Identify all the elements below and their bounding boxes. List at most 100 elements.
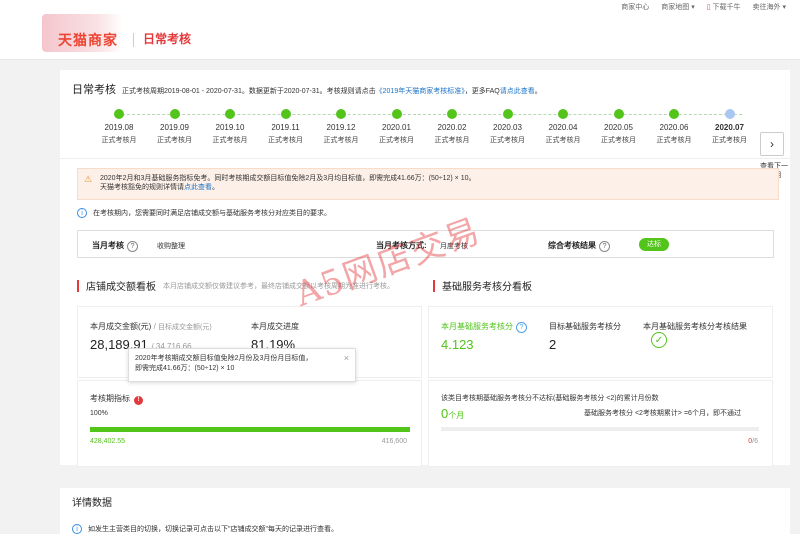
timeline-dot xyxy=(280,109,291,119)
question-icon[interactable]: ? xyxy=(599,241,610,252)
header-divider xyxy=(133,33,134,47)
timeline-month[interactable]: 2020.05 正式考核月 xyxy=(594,109,644,145)
timeline-month-label: 2019.11 xyxy=(271,123,300,132)
timeline-dot xyxy=(447,109,457,119)
timeline-month[interactable]: 2019.08 正式考核月 xyxy=(94,109,144,145)
timeline-month-label: 2020.06 xyxy=(659,123,689,132)
sales-section-title: 店铺成交额看板 xyxy=(86,282,156,293)
sales-section-header: 店铺成交额看板 本月店铺成交额仅做建议参考，最终店铺成交额以考核周期为准进行考核… xyxy=(77,278,394,293)
timeline-month-status: 正式考核月 xyxy=(490,137,525,144)
timeline-month-label: 2020.01 xyxy=(382,123,411,132)
timeline-month[interactable]: 2020.02 正式考核月 xyxy=(427,109,477,145)
timeline-month-status: 正式考核月 xyxy=(323,137,359,144)
period-target-value: 416,600 xyxy=(381,438,407,445)
timeline-month-status: 正式考核月 xyxy=(656,137,692,144)
timeline-dot xyxy=(502,109,513,119)
exemption-tooltip: 2020年考核期成交额目标值免除2月份及3月份月目标值， 即需完成41.66万：… xyxy=(128,348,356,382)
timeline-month-status: 正式考核月 xyxy=(101,137,137,144)
next-period-button[interactable]: › xyxy=(760,132,784,156)
details-info: i 如发生主营类目的切换，切换记录可点击以下"店铺成交额"每天的记录进行查看。 xyxy=(72,524,338,534)
assessment-method-label: 当月考核方式: xyxy=(376,241,427,250)
timeline-dot xyxy=(225,109,235,119)
service-section-header: 基础服务考核分看板 xyxy=(433,278,532,293)
timeline-month-label: 2019.08 xyxy=(104,123,134,132)
details-info-text: 如发生主营类目的切换，切换记录可点击以下"店铺成交额"每天的记录进行查看。 xyxy=(88,526,338,533)
assessment-description: 正式考核周期2019-08-01 - 2020-07-31。数据更新于2020-… xyxy=(122,88,542,95)
top-links: 商家中心 商家地图 ▾ ▯ 下载千牛 卖往海外 ▾ xyxy=(621,2,786,12)
timeline-month[interactable]: 2019.09 正式考核月 xyxy=(150,109,200,145)
assessment-title-row: 日常考核 正式考核周期2019-08-01 - 2020-07-31。数据更新于… xyxy=(72,81,542,97)
service-score-label: 本月基础服务考核分? xyxy=(441,321,527,333)
chevron-right-icon: › xyxy=(770,137,774,151)
timeline-month-status: 正式考核月 xyxy=(601,137,636,144)
service-section-title: 基础服务考核分看板 xyxy=(442,282,532,293)
question-icon[interactable]: ? xyxy=(127,241,138,252)
sales-section-description: 本月店铺成交额仅做建议参考，最终店铺成交额以考核周期为准进行考核。 xyxy=(163,282,394,290)
sales-progress-label: 本月成交进度 xyxy=(251,322,299,331)
close-icon[interactable]: × xyxy=(344,353,349,363)
timeline-month-label: 2019.09 xyxy=(160,123,189,132)
question-icon[interactable]: ? xyxy=(516,322,527,333)
section-accent-bar xyxy=(77,279,79,292)
failing-months-panel: 该类目考核期基础服务考核分不达标(基础服务考核分 <2)的累计月份数 0个月 基… xyxy=(428,380,773,467)
timeline-month-status: 正式考核月 xyxy=(434,137,470,144)
info-icon: i xyxy=(77,208,87,218)
requirement-info-text: 在考核期内，您需要同时满足店铺成交额与基础服务考核分对应类目的要求。 xyxy=(93,210,331,217)
timeline-month-label: 2020.05 xyxy=(604,123,633,132)
timeline-month-label: 2019.12 xyxy=(326,123,356,132)
timeline-month[interactable]: 2019.10 正式考核月 xyxy=(205,109,255,145)
top-link-sell-overseas[interactable]: 卖往海外 ▾ xyxy=(753,2,786,12)
service-result-label: 本月基础服务考核分考核结果 xyxy=(643,322,747,331)
timeline-month[interactable]: 2020.07 正式考核月 xyxy=(705,109,755,145)
timeline-month-status: 正式考核月 xyxy=(712,137,747,144)
warning-icon: ⚠ xyxy=(84,174,93,184)
page-title: 日常考核 xyxy=(143,32,192,46)
period-metric-percent: 100% xyxy=(90,410,108,417)
timeline-month-label: 2020.07 xyxy=(715,123,744,132)
timeline-month-status: 正式考核月 xyxy=(545,137,581,144)
timeline-month-label: 2019.10 xyxy=(215,123,245,132)
timeline-dot xyxy=(724,109,735,119)
alert-icon[interactable]: ! xyxy=(134,396,143,405)
timeline-month[interactable]: 2020.04 正式考核月 xyxy=(538,109,588,145)
exemption-notice: ⚠ 2020年2月和3月基础服务指标免考。同时考核期成交额目标值免除2月及3月均… xyxy=(77,168,779,200)
timeline-month[interactable]: 2020.03 正式考核月 xyxy=(483,109,533,145)
service-score-panel: 本月基础服务考核分? 4.123 目标基础服务考核分 2 本月基础服务考核分考核… xyxy=(428,306,773,378)
timeline-dot xyxy=(336,109,346,119)
rule-link[interactable]: 《2019年天猫商家考核标准》 xyxy=(376,88,465,95)
top-link-seller-center[interactable]: 商家中心 xyxy=(621,2,649,12)
failing-months-value: 0个月 xyxy=(441,406,465,421)
timeline-month-label: 2020.04 xyxy=(548,123,578,132)
details-title: 详情数据 xyxy=(72,498,112,509)
timeline-dot xyxy=(613,109,624,119)
info-icon: i xyxy=(72,524,82,534)
timeline-month[interactable]: 2020.06 正式考核月 xyxy=(649,109,699,145)
service-target-label: 目标基础服务考核分 xyxy=(549,322,621,331)
top-link-seller-map[interactable]: 商家地图 ▾ xyxy=(661,2,694,12)
faq-link[interactable]: 请点此查看 xyxy=(500,88,535,95)
assessment-title: 日常考核 xyxy=(72,84,116,96)
top-link-download-qianniu[interactable]: ▯ 下载千牛 xyxy=(707,2,741,12)
page-header: 天猫商家 日常考核 xyxy=(0,14,800,60)
timeline-dot xyxy=(669,109,679,119)
timeline-divider xyxy=(60,158,790,159)
timeline-dot xyxy=(558,109,568,119)
tooltip-text: 2020年考核期成交额目标值免除2月份及3月份月目标值， 即需完成41.66万：… xyxy=(135,355,313,372)
timeline-month[interactable]: 2019.11 正式考核月 xyxy=(261,109,311,145)
failing-months-bar xyxy=(441,427,759,431)
sales-amount-label: 本月成交金额(元) / 目标成交金额(元) xyxy=(90,322,212,331)
overall-result-label: 综合考核结果? xyxy=(548,240,610,252)
check-icon: ✓ xyxy=(651,332,667,348)
month-assessment-value: 收购整理 xyxy=(157,243,185,250)
brand-name: 天猫商家 xyxy=(58,32,118,48)
exemption-detail-link[interactable]: 点此查看 xyxy=(184,184,212,191)
timeline-month[interactable]: 2019.12 正式考核月 xyxy=(316,109,366,145)
period-current-value: 428,402.55 xyxy=(90,438,126,445)
service-score-value: 4.123 xyxy=(441,337,474,352)
timeline-month-label: 2020.02 xyxy=(437,123,467,132)
month-assessment-label: 当月考核? xyxy=(92,240,138,252)
timeline-month[interactable]: 2020.01 正式考核月 xyxy=(372,109,422,145)
phone-icon: ▯ xyxy=(706,4,711,11)
period-metric-panel: 考核期指标! 100% 428,402.55 416,600 xyxy=(77,380,422,467)
section-accent-bar xyxy=(433,279,435,292)
